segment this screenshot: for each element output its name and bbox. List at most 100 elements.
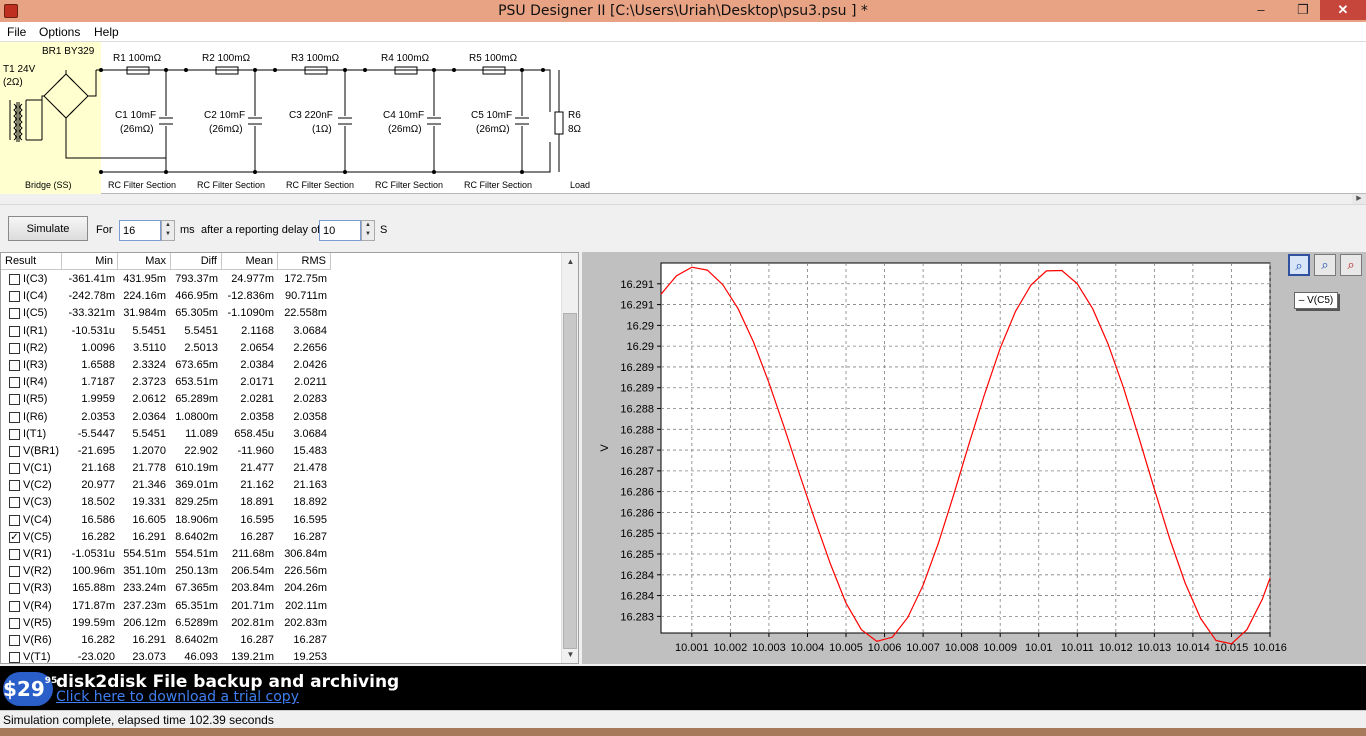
table-row[interactable]: I(R6) 2.0353 2.0364 1.0800m 2.0358 2.0358 xyxy=(1,409,561,426)
row-checkbox[interactable] xyxy=(9,274,20,285)
delay-input[interactable] xyxy=(319,220,361,241)
row-checkbox[interactable] xyxy=(9,634,20,646)
scroll-up-arrow[interactable]: ▲ xyxy=(562,253,578,270)
x-tick-label: 10.004 xyxy=(791,642,825,654)
table-row[interactable]: I(T1) -5.5447 5.5451 11.089 658.45u 3.0684 xyxy=(1,426,561,443)
row-name: V(C2) xyxy=(23,479,52,492)
row-checkbox[interactable] xyxy=(9,514,20,526)
y-tick-label: 16.284 xyxy=(620,570,654,582)
section-bridge[interactable]: Bridge (SS) xyxy=(25,180,72,190)
table-row[interactable]: V(C3) 18.502 19.331 829.25m 18.891 18.892 xyxy=(1,494,561,511)
row-checkbox[interactable] xyxy=(9,617,20,629)
plot-area xyxy=(660,262,1271,634)
row-name: V(R1) xyxy=(23,548,52,560)
col-mean[interactable]: Mean xyxy=(222,253,278,270)
x-tick-label: 10.008 xyxy=(945,642,979,654)
row-cell-diff: 65.351m xyxy=(175,599,218,612)
c2-symbol xyxy=(248,70,262,172)
simulate-button[interactable]: Simulate xyxy=(8,216,88,241)
zoom-reset-icon[interactable]: ⌕ xyxy=(1340,254,1362,276)
x-tick-label: 10.006 xyxy=(868,642,902,654)
maximize-button[interactable]: ❐ xyxy=(1288,0,1318,20)
table-row[interactable]: V(T1) -23.020 23.073 46.093 139.21m 19.253 xyxy=(1,649,561,663)
minimize-button[interactable]: – xyxy=(1246,0,1276,20)
section-rc2[interactable]: RC Filter Section xyxy=(197,180,265,190)
table-row[interactable]: V(C4) 16.586 16.605 18.906m 16.595 16.595 xyxy=(1,512,561,529)
x-tick-label: 10.012 xyxy=(1099,642,1133,654)
row-cell-max: 5.5451 xyxy=(132,427,166,440)
menu-options[interactable]: Options xyxy=(39,25,80,39)
table-row[interactable]: V(R2) 100.96m 351.10m 250.13m 206.54m 226.56m xyxy=(1,563,561,580)
table-row[interactable]: V(BR1) -21.695 1.2070 22.902 -11.960 15.483 xyxy=(1,443,561,460)
table-row[interactable]: V(C2) 20.977 21.346 369.01m 21.162 21.163 xyxy=(1,477,561,494)
section-load[interactable]: Load xyxy=(570,180,590,190)
row-checkbox[interactable] xyxy=(9,600,20,612)
download-link[interactable]: Click here to download a trial copy xyxy=(56,689,299,705)
section-rc3[interactable]: RC Filter Section xyxy=(286,180,354,190)
table-row[interactable]: V(C1) 21.168 21.778 610.19m 21.477 21.478 xyxy=(1,460,561,477)
row-checkbox[interactable] xyxy=(9,394,20,406)
section-rc1[interactable]: RC Filter Section xyxy=(108,180,176,190)
table-row[interactable]: I(R5) 1.9959 2.0612 65.289m 2.0281 2.0283 xyxy=(1,391,561,408)
menu-help[interactable]: Help xyxy=(94,25,119,39)
row-checkbox[interactable] xyxy=(9,325,20,337)
section-rc5[interactable]: RC Filter Section xyxy=(464,180,532,190)
row-checkbox[interactable] xyxy=(9,480,20,492)
table-row[interactable]: I(R2) 1.0096 3.5110 2.5013 2.0654 2.2656 xyxy=(1,340,561,357)
duration-spinner[interactable]: ▲ ▼ xyxy=(161,220,175,241)
row-name: V(C3) xyxy=(23,496,52,509)
menu-file[interactable]: File xyxy=(7,25,26,39)
schematic-scroll-right[interactable]: ▶ xyxy=(1352,194,1366,204)
row-checkbox[interactable] xyxy=(9,411,20,423)
duration-input[interactable] xyxy=(119,220,161,241)
table-row[interactable]: I(R4) 1.7187 2.3723 653.51m 2.0171 2.0211 xyxy=(1,374,561,391)
col-max[interactable]: Max xyxy=(118,253,171,270)
section-rc4[interactable]: RC Filter Section xyxy=(375,180,443,190)
c1-symbol xyxy=(159,70,173,172)
delay-spinner[interactable]: ▲ ▼ xyxy=(361,220,375,241)
table-row[interactable]: V(R3) 165.88m 233.24m 67.365m 203.84m 204.26m xyxy=(1,580,561,597)
table-row[interactable]: ✓ V(C5) 16.282 16.291 8.6402m 16.287 16.287 xyxy=(1,529,561,546)
row-name: I(R1) xyxy=(23,324,48,337)
col-diff[interactable]: Diff xyxy=(171,253,222,270)
scroll-down-arrow[interactable]: ▼ xyxy=(562,646,578,663)
table-row[interactable]: I(R3) 1.6588 2.3324 673.65m 2.0384 2.0426 xyxy=(1,357,561,374)
close-button[interactable]: ✕ xyxy=(1320,0,1366,20)
row-checkbox[interactable] xyxy=(9,428,20,440)
table-row[interactable]: I(C4) -242.78m 224.16m 466.95m -12.836m 90.71… xyxy=(1,288,561,305)
zoom-in-icon[interactable]: ⌕ xyxy=(1314,254,1336,276)
row-checkbox[interactable] xyxy=(9,445,20,457)
table-row[interactable]: I(C5) -33.321m 31.984m 65.305m -1.1090m 22.55… xyxy=(1,305,561,322)
col-rms[interactable]: RMS xyxy=(278,253,331,270)
row-cell-rms: 306.84m xyxy=(284,548,327,560)
scroll-thumb[interactable] xyxy=(563,313,577,649)
table-row[interactable]: V(R6) 16.282 16.291 8.6402m 16.287 16.287 xyxy=(1,632,561,649)
row-checkbox[interactable] xyxy=(9,377,20,389)
table-row[interactable]: V(R1) -1.0531u 554.51m 554.51m 211.68m 306.84… xyxy=(1,546,561,563)
table-scrollbar[interactable]: ▲ ▼ xyxy=(561,253,578,663)
row-checkbox[interactable] xyxy=(9,497,20,509)
row-checkbox[interactable] xyxy=(9,308,20,320)
row-checkbox[interactable]: ✓ xyxy=(9,531,20,543)
table-row[interactable]: I(C3) -361.41m 431.95m 793.37m 24.977m 172.75… xyxy=(1,271,561,288)
row-cell-max: 3.5110 xyxy=(133,341,166,354)
bridge-label: BR1 BY329 xyxy=(42,46,95,57)
row-checkbox[interactable] xyxy=(9,342,20,354)
row-checkbox[interactable] xyxy=(9,583,20,595)
row-cell-max: 224.16m xyxy=(123,290,166,303)
zoom-fit-icon[interactable]: ⌕ xyxy=(1288,254,1310,276)
row-checkbox[interactable] xyxy=(9,549,20,560)
table-row[interactable]: V(R4) 171.87m 237.23m 65.351m 201.71m 202.11m xyxy=(1,598,561,615)
seconds-label: S xyxy=(380,224,388,236)
row-checkbox[interactable] xyxy=(9,463,20,475)
ad-banner[interactable]: $2995 disk2disk File backup and archivin… xyxy=(0,666,1366,710)
col-min[interactable]: Min xyxy=(62,253,118,270)
row-checkbox[interactable] xyxy=(9,291,20,303)
table-row[interactable]: V(R5) 199.59m 206.12m 6.5289m 202.81m 202.83m xyxy=(1,615,561,632)
row-checkbox[interactable] xyxy=(9,359,20,371)
table-row[interactable]: I(R1) -10.531u 5.5451 5.5451 2.1168 3.0684 xyxy=(1,323,561,340)
row-checkbox[interactable] xyxy=(9,652,20,663)
row-cell-rms: 202.83m xyxy=(284,616,327,629)
col-result[interactable]: Result xyxy=(1,253,62,270)
row-checkbox[interactable] xyxy=(9,566,20,578)
